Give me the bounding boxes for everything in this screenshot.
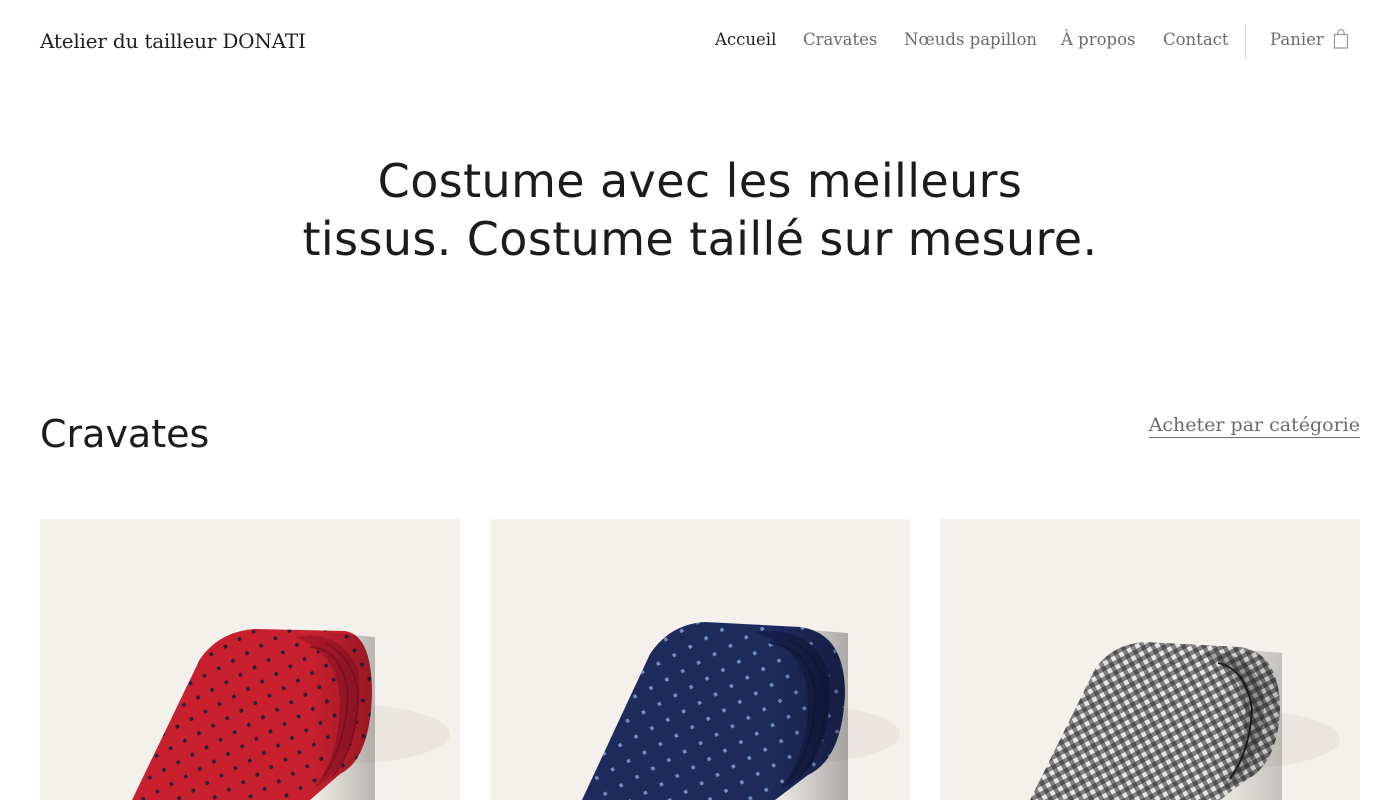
red-tie-image xyxy=(132,629,450,800)
product-card-red-tie[interactable] xyxy=(40,519,460,800)
hero: Costume avec les meilleurs tissus. Costu… xyxy=(0,152,1400,268)
product-card-navy-tie[interactable] xyxy=(490,519,910,800)
product-card-gingham-tie[interactable] xyxy=(940,519,1360,800)
gingham-tie-image xyxy=(1030,642,1340,800)
nav-item-accueil[interactable]: Accueil xyxy=(715,30,776,49)
cart-link[interactable]: Panier xyxy=(1270,29,1349,49)
nav-item-cravates[interactable]: Cravates xyxy=(803,30,877,49)
hero-line-1: Costume avec les meilleurs xyxy=(377,154,1023,208)
section-title: Cravates xyxy=(40,412,210,456)
nav-divider xyxy=(1245,24,1246,59)
shopping-bag-icon xyxy=(1333,29,1349,49)
nav-item-noeuds-papillon[interactable]: Nœuds papillon xyxy=(904,30,1037,49)
main-nav: Accueil Cravates Nœuds papillon À propos… xyxy=(0,30,1400,54)
hero-line-2: tissus. Costume taillé sur mesure. xyxy=(302,212,1098,266)
nav-item-a-propos[interactable]: À propos xyxy=(1061,30,1136,49)
cart-label: Panier xyxy=(1270,30,1324,49)
site-header: Atelier du tailleur DONATI Accueil Crava… xyxy=(0,0,1400,84)
hero-heading: Costume avec les meilleurs tissus. Costu… xyxy=(0,152,1400,268)
nav-item-contact[interactable]: Contact xyxy=(1163,30,1229,49)
shop-by-category-link[interactable]: Acheter par catégorie xyxy=(1148,414,1360,438)
navy-tie-image xyxy=(582,622,900,800)
